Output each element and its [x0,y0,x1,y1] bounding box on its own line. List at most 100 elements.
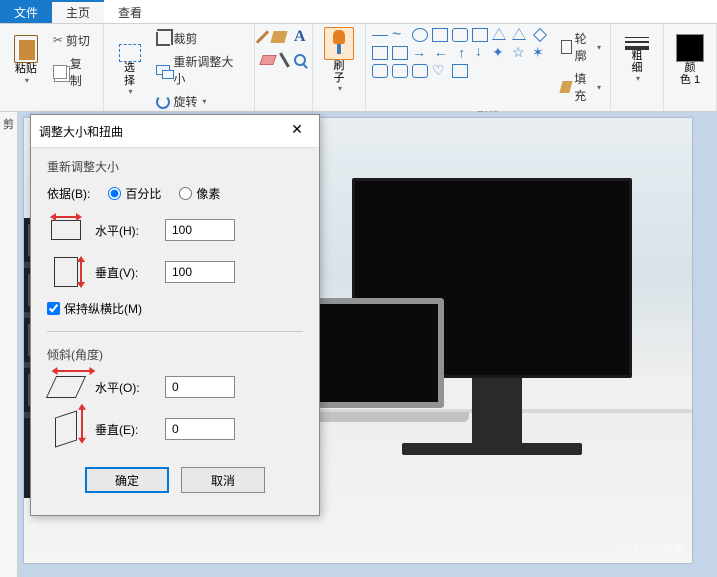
select-label: 选 择 [124,62,135,86]
shapes-gallery[interactable]: ✦ ☆ ✶ ♡ [372,28,550,80]
shape-arrow-left-icon[interactable] [432,46,448,60]
ribbon-group-tools: A [255,24,313,111]
stroke-width-button[interactable]: 粗 细 [617,28,657,92]
shape-heart-icon[interactable]: ♡ [432,64,448,78]
stroke-label: 粗 细 [632,50,643,74]
shape-lightning-icon[interactable] [452,64,468,78]
shape-arrow-right-icon[interactable] [412,46,428,60]
color1-label: 颜 色 1 [680,62,700,86]
shape-pentagon-icon[interactable] [372,46,388,60]
dialog-separator [47,331,303,332]
keep-ratio-checkbox[interactable]: 保持纵横比(M) [47,300,303,317]
brushes-label: 刷 子 [333,60,344,84]
menu-view[interactable]: 查看 [104,0,156,23]
scissors-icon: ✂ [53,33,63,47]
brushes-button[interactable]: 刷 子 [319,28,359,92]
shape-star6-icon[interactable]: ✶ [532,46,548,60]
paste-label: 粘贴 [15,63,37,75]
shape-outline-button[interactable]: 轮廓 [558,28,604,66]
left-panel-strip: 剪 [0,112,18,577]
text-icon[interactable]: A [294,28,306,46]
fill-bucket-icon [559,81,573,93]
ribbon: 粘贴 ✂ 剪切 复制 选 择 [0,24,717,112]
by-label: 依据(B): [47,185,90,202]
group-label-clipboard [6,97,97,109]
copy-label: 复制 [70,55,94,89]
cut-label: 剪切 [66,32,90,49]
ok-button[interactable]: 确定 [85,467,169,493]
shape-callout-cloud-icon[interactable] [412,64,428,78]
crop-button[interactable]: 裁剪 [153,28,248,49]
dialog-titlebar[interactable]: 调整大小和扭曲 ✕ [31,115,319,148]
color1-button[interactable]: 颜 色 1 [670,28,710,92]
watermark: @51CTO博客 [616,541,684,557]
ribbon-group-image: 选 择 裁剪 重新调整大小 旋转 [104,24,255,111]
pencil-icon[interactable] [256,30,269,43]
ribbon-group-clipboard: 粘贴 ✂ 剪切 复制 [0,24,104,111]
dialog-title: 调整大小和扭曲 [39,123,123,140]
eraser-icon[interactable] [259,55,277,65]
radio-pixels[interactable]: 像素 [179,185,220,202]
outline-label: 轮廓 [575,30,592,64]
resize-icon [156,65,170,75]
shape-diamond-icon[interactable] [533,28,547,42]
shape-line-icon[interactable] [372,35,388,36]
shape-callout-rect-icon[interactable] [392,64,408,78]
outline-icon [561,40,572,54]
menu-file[interactable]: 文件 [0,0,52,23]
color-picker-icon[interactable] [279,52,290,67]
copy-icon [53,65,67,79]
shape-hexagon-icon[interactable] [392,46,408,60]
group-label-brushes [319,97,359,109]
shape-fill-button[interactable]: 填充 [558,68,604,106]
shape-triangle-icon[interactable] [492,28,506,40]
skew-v-input[interactable] [165,418,235,440]
crop-icon [156,32,170,46]
resize-h-label: 水平(H): [95,222,155,239]
skew-horizontal-icon [47,373,85,401]
rotate-button[interactable]: 旋转 [153,91,248,112]
select-button[interactable]: 选 择 [110,38,150,102]
skew-h-label: 水平(O): [95,379,155,396]
shape-polygon-icon[interactable] [472,28,488,42]
stroke-icon [623,37,651,50]
dialog-close-button[interactable]: ✕ [283,121,311,141]
cancel-button[interactable]: 取消 [181,467,265,493]
color1-swatch-icon [676,34,704,62]
skew-v-label: 垂直(E): [95,421,155,438]
paste-button[interactable]: 粘贴 [6,28,46,92]
fill-icon[interactable] [270,31,287,43]
resize-v-label: 垂直(V): [95,264,155,281]
skew-h-input[interactable] [165,376,235,398]
shape-rtriangle-icon[interactable] [512,28,526,40]
resize-h-input[interactable] [165,219,235,241]
rotate-label: 旋转 [173,93,197,110]
radio-percent[interactable]: 百分比 [108,185,161,202]
group-label-tools [261,97,306,109]
shape-rect-icon[interactable] [432,28,448,42]
copy-button[interactable]: 复制 [50,53,97,91]
radio-percent-input[interactable] [108,187,121,200]
shape-arrow-down-icon[interactable] [473,45,487,61]
shape-star5-icon[interactable]: ☆ [512,46,528,60]
shape-oval-icon[interactable] [412,28,428,42]
resize-v-input[interactable] [165,261,235,283]
menu-home[interactable]: 主页 [52,0,104,23]
select-icon [119,44,141,62]
shape-star4-icon[interactable]: ✦ [492,46,508,60]
ribbon-group-color1: 颜 色 1 [664,24,717,111]
resize-label: 重新调整大小 [173,53,245,87]
magnifier-icon[interactable] [294,54,306,66]
resize-vertical-icon [47,258,85,286]
skew-vertical-icon [47,415,85,443]
cut-button[interactable]: ✂ 剪切 [50,30,97,51]
shape-roundrect-icon[interactable] [452,28,468,42]
keep-ratio-input[interactable] [47,302,60,315]
skew-section-title: 倾斜(角度) [47,346,303,363]
resize-skew-dialog: 调整大小和扭曲 ✕ 重新调整大小 依据(B): 百分比 像素 水平(H): 垂直… [30,114,320,516]
shape-callout-round-icon[interactable] [372,64,388,78]
resize-button[interactable]: 重新调整大小 [153,51,248,89]
radio-pixels-input[interactable] [179,187,192,200]
shape-arrow-up-icon[interactable] [453,45,467,61]
shape-curve-icon[interactable] [392,28,408,42]
